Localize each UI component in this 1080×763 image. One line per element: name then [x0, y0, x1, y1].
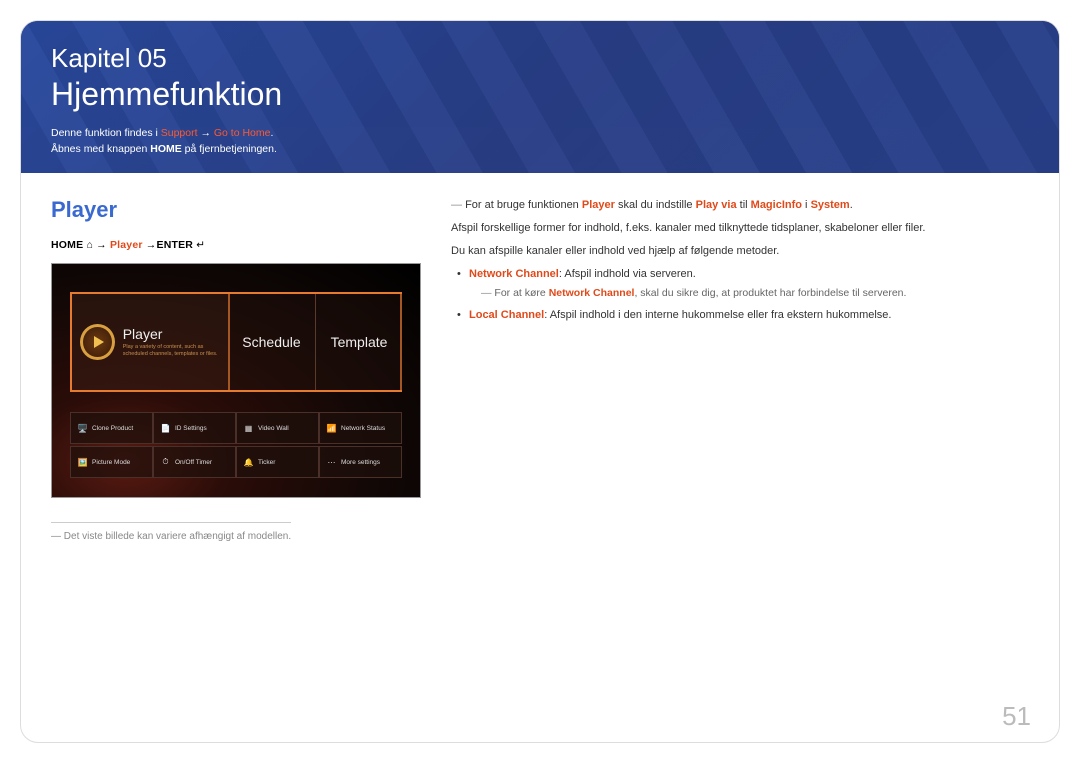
footnote: ― Det viste billede kan variere afhængig…: [51, 531, 421, 542]
note1-post: .: [850, 199, 853, 211]
bullet1-sub-pre: For at køre: [494, 287, 548, 299]
note1-til: til: [737, 199, 751, 211]
right-column: ― For at bruge funktionen Player skal du…: [451, 197, 1029, 542]
cell-label: ID Settings: [175, 425, 207, 432]
play-icon: [80, 324, 115, 360]
bullet1-sub-label: Network Channel: [549, 287, 635, 299]
picture-icon: 🖼️: [77, 457, 88, 468]
cell-label: On/Off Timer: [175, 459, 212, 466]
path-enter: ENTER: [157, 239, 194, 251]
chapter-prefix: Kapitel: [51, 43, 131, 73]
tv-screenshot: Player Play a variety of content, such a…: [51, 263, 421, 498]
grid-row-1: 🖥️ Clone Product 📄 ID Settings ▦ Video Wall…: [70, 412, 402, 444]
tile-template[interactable]: Template: [316, 294, 402, 390]
id-icon: 📄: [160, 423, 171, 434]
timer-icon: ⏱: [160, 457, 171, 468]
bullet1-sub-post: , skal du sikre dig, at produktet har fo…: [634, 287, 906, 299]
para-1: Afspil forskellige former for indhold, f…: [451, 220, 1029, 237]
para-2: Du kan afspille kanaler eller indhold ve…: [451, 243, 1029, 260]
path-player: Player: [110, 239, 143, 251]
tile-template-label: Template: [331, 334, 388, 350]
intro-arrow: →: [198, 127, 214, 139]
cell-label: Picture Mode: [92, 459, 130, 466]
cell-label: Ticker: [258, 459, 275, 466]
sub2-pre: Åbnes med knappen: [51, 143, 150, 155]
bullet1-text: : Afspil indhold via serveren.: [559, 268, 696, 280]
cell-onoff-timer[interactable]: ⏱ On/Off Timer: [153, 446, 236, 478]
cell-video-wall[interactable]: ▦ Video Wall: [236, 412, 319, 444]
grid-icon: ▦: [243, 423, 254, 434]
intro-pre: Denne funktion findes i: [51, 127, 161, 139]
cell-id-settings[interactable]: 📄 ID Settings: [153, 412, 236, 444]
path-home: HOME: [51, 239, 83, 251]
bullet2-label: Local Channel: [469, 309, 544, 321]
left-column: Player HOME ⌂ → Player →ENTER ↵ Player P…: [51, 197, 421, 542]
chapter-line: Kapitel 05: [51, 43, 1029, 74]
nav-path: HOME ⌂ → Player →ENTER ↵: [51, 239, 421, 251]
intro-goto: Go to Home: [214, 127, 271, 139]
note1-i: i: [802, 199, 811, 211]
chapter-title: Hjemmefunktion: [51, 76, 1029, 113]
bullet-list: Network Channel: Afspil indhold via serv…: [451, 266, 1029, 324]
note1-pre: For at bruge funktionen: [465, 199, 582, 211]
note1-system: System: [811, 199, 850, 211]
dash-icon: ―: [481, 287, 492, 299]
cell-ticker[interactable]: 🔔 Ticker: [236, 446, 319, 478]
tile-row: Player Play a variety of content, such a…: [70, 292, 402, 392]
footnote-divider: [51, 522, 291, 523]
bullet1-label: Network Channel: [469, 268, 559, 280]
note1-playvia: Play via: [696, 199, 737, 211]
note-1: ― For at bruge funktionen Player skal du…: [451, 197, 1029, 214]
sub2-post: på fjernbetjeningen.: [182, 143, 277, 155]
home-icon: ⌂: [86, 239, 93, 251]
cell-label: Network Status: [341, 425, 385, 432]
note1-player: Player: [582, 199, 615, 211]
tile-schedule-label: Schedule: [242, 334, 300, 350]
cell-label: Clone Product: [92, 425, 133, 432]
cell-network-status[interactable]: 📶 Network Status: [319, 412, 402, 444]
note1-mid: skal du indstille: [615, 199, 696, 211]
path-arrow-1: →: [96, 239, 110, 251]
cell-more-settings[interactable]: ⋯ More settings: [319, 446, 402, 478]
sub-line-2: Åbnes med knappen HOME på fjernbetjening…: [51, 143, 1029, 155]
note1-magic: MagicInfo: [751, 199, 802, 211]
cell-picture-mode[interactable]: 🖼️ Picture Mode: [70, 446, 153, 478]
network-icon: 📶: [326, 423, 337, 434]
tile-player-text: Player Play a variety of content, such a…: [123, 326, 228, 357]
tile-schedule[interactable]: Schedule: [228, 294, 316, 390]
content-area: Player HOME ⌂ → Player →ENTER ↵ Player P…: [21, 173, 1059, 552]
cell-clone-product[interactable]: 🖥️ Clone Product: [70, 412, 153, 444]
bullet-network-channel: Network Channel: Afspil indhold via serv…: [457, 266, 1029, 301]
page-number: 51: [1002, 701, 1031, 732]
more-icon: ⋯: [326, 457, 337, 468]
footnote-text: Det viste billede kan variere afhængigt …: [64, 531, 291, 542]
bullet1-subnote: ― For at køre Network Channel, skal du s…: [469, 285, 1029, 301]
tile-player[interactable]: Player Play a variety of content, such a…: [70, 292, 230, 392]
sub2-bold: HOME: [150, 143, 182, 155]
monitor-icon: 🖥️: [77, 423, 88, 434]
cell-label: More settings: [341, 459, 380, 466]
section-title: Player: [51, 197, 421, 223]
cell-label: Video Wall: [258, 425, 289, 432]
tile-player-name: Player: [123, 326, 228, 342]
intro-support: Support: [161, 127, 198, 139]
bullet2-text: : Afspil indhold i den interne hukommels…: [544, 309, 891, 321]
intro-line: Denne funktion findes i Support → Go to …: [51, 127, 1029, 139]
grid-row-2: 🖼️ Picture Mode ⏱ On/Off Timer 🔔 Ticker ⋯ Mo…: [70, 446, 402, 478]
page-frame: Kapitel 05 Hjemmefunktion Denne funktion…: [20, 20, 1060, 743]
intro-post: .: [270, 127, 273, 139]
chapter-header: Kapitel 05 Hjemmefunktion Denne funktion…: [21, 21, 1059, 173]
path-arrow-2: →: [143, 239, 157, 251]
dash-icon: ―: [51, 531, 64, 542]
enter-icon: ↵: [196, 239, 205, 251]
tile-player-desc: Play a variety of content, such as sched…: [123, 344, 228, 357]
dash-icon: ―: [451, 199, 462, 211]
ticker-icon: 🔔: [243, 457, 254, 468]
chapter-number: 05: [138, 43, 167, 73]
bullet-local-channel: Local Channel: Afspil indhold i den inte…: [457, 307, 1029, 324]
